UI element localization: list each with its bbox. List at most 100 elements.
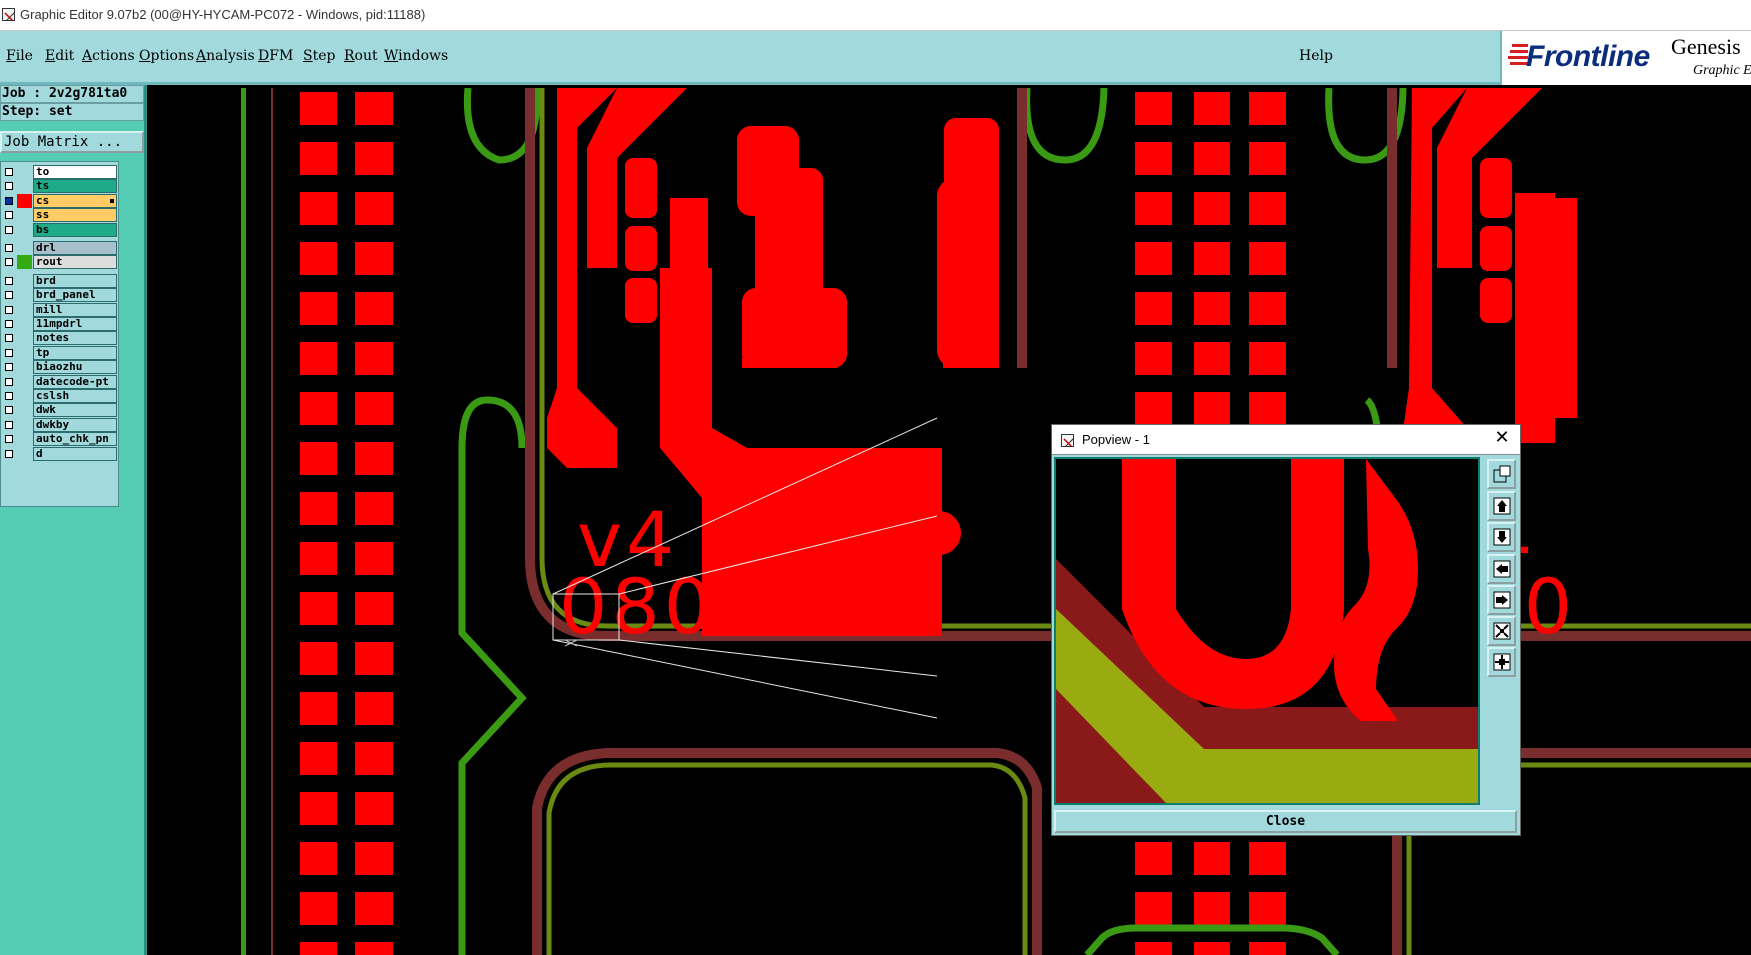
menu-options[interactable]: Options — [139, 48, 194, 64]
smd-pad — [300, 892, 337, 925]
popview-close-button[interactable]: Close — [1054, 810, 1517, 833]
layer-row-drl[interactable]: drl — [1, 241, 117, 255]
menu-step[interactable]: Step — [303, 48, 335, 64]
layer-checkbox[interactable] — [5, 196, 13, 205]
zoom-fit-button[interactable] — [1487, 616, 1516, 646]
layer-row-brd_panel[interactable]: brd_panel — [1, 288, 117, 303]
layer-row-d[interactable]: d — [1, 446, 117, 461]
layer-row-notes[interactable]: notes — [1, 331, 117, 346]
layer-checkbox[interactable] — [5, 225, 13, 234]
layer-checkbox[interactable] — [5, 305, 13, 314]
layer-checkbox[interactable] — [5, 244, 13, 252]
layer-row-rout[interactable]: rout — [1, 255, 117, 270]
menu-actions[interactable]: Actions — [82, 48, 135, 64]
layer-name[interactable]: mill — [33, 302, 117, 317]
layer-checkbox[interactable] — [5, 348, 13, 357]
layer-row-auto_chk_pn[interactable]: auto_chk_pn — [1, 432, 117, 447]
menu-windows[interactable]: Windows — [384, 48, 448, 64]
menu-rout[interactable]: Rout — [344, 48, 378, 64]
popview-zoom-canvas[interactable] — [1056, 459, 1478, 803]
logo-product: Genesis — [1671, 34, 1741, 59]
layer-checkbox[interactable] — [5, 182, 13, 191]
pan-down-button[interactable] — [1487, 522, 1516, 552]
smd-pad — [355, 742, 393, 775]
layer-checkbox[interactable] — [5, 406, 13, 415]
zoom-home-button[interactable] — [1487, 647, 1516, 677]
layer-checkbox[interactable] — [5, 435, 13, 444]
layer-row-bs[interactable]: bs — [1, 222, 117, 237]
pan-right-button[interactable] — [1487, 585, 1516, 615]
layer-name[interactable]: dwkby — [33, 417, 117, 432]
smd-pad — [355, 842, 393, 875]
popview-titlebar[interactable]: Popview - 1 ✕ — [1052, 425, 1520, 455]
layer-name[interactable]: cslsh — [33, 389, 117, 403]
layer-name[interactable]: drl — [33, 241, 117, 255]
layer-name[interactable]: notes — [33, 331, 117, 346]
layer-checkbox[interactable] — [5, 377, 13, 386]
smd-pad — [1135, 942, 1172, 955]
layer-name[interactable]: auto_chk_pn — [33, 432, 117, 447]
layer-row-biaozhu[interactable]: biaozhu — [1, 360, 117, 375]
smd-pad — [1249, 292, 1286, 325]
job-matrix-button[interactable]: Job Matrix ... — [0, 131, 144, 153]
popview-window[interactable]: Popview - 1 ✕ Close — [1051, 424, 1521, 836]
smd-pad — [1194, 942, 1230, 955]
layer-name[interactable]: to — [33, 165, 117, 179]
smd-pad — [1194, 242, 1230, 275]
layer-checkbox[interactable] — [5, 392, 13, 400]
layer-row-datecode-pt[interactable]: datecode-pt — [1, 374, 117, 389]
layer-row-to[interactable]: to — [1, 165, 117, 179]
layer-row-dwk[interactable]: dwk — [1, 403, 117, 418]
layer-checkbox[interactable] — [5, 258, 13, 267]
layer-name[interactable]: cs — [33, 193, 117, 208]
layer-checkbox[interactable] — [5, 168, 13, 176]
layer-name[interactable]: biaozhu — [33, 360, 117, 375]
layer-checkbox[interactable] — [5, 334, 13, 343]
layer-row-tp[interactable]: tp — [1, 345, 117, 360]
layer-checkbox[interactable] — [5, 291, 13, 300]
zoom-window-button[interactable] — [1487, 459, 1516, 489]
menu-analysis[interactable]: Analysis — [196, 48, 255, 64]
smd-pad — [355, 192, 393, 225]
layer-name[interactable]: rout — [33, 255, 117, 270]
layer-name[interactable]: dwk — [33, 403, 117, 418]
pan-right-icon — [1493, 591, 1511, 609]
layer-name[interactable]: bs — [33, 222, 117, 237]
layer-checkbox[interactable] — [5, 420, 13, 429]
layer-name[interactable]: datecode-pt — [33, 374, 117, 389]
layer-row-ss[interactable]: ss — [1, 208, 117, 223]
smd-pad — [1135, 392, 1172, 425]
smd-pad — [355, 292, 393, 325]
layer-row-dwkby[interactable]: dwkby — [1, 417, 117, 432]
layer-name[interactable]: tp — [33, 345, 117, 360]
layer-row-11mpdrl[interactable]: 11mpdrl — [1, 317, 117, 331]
pan-left-button[interactable] — [1487, 554, 1516, 584]
menu-dfm[interactable]: DFM — [258, 48, 293, 64]
pan-up-button[interactable] — [1487, 491, 1516, 521]
layer-name[interactable]: brd — [33, 273, 117, 288]
layer-name[interactable]: ts — [33, 179, 117, 194]
layer-checkbox[interactable] — [5, 211, 13, 220]
layer-row-mill[interactable]: mill — [1, 302, 117, 317]
menu-edit[interactable]: Edit — [45, 48, 74, 64]
layer-checkbox[interactable] — [5, 449, 13, 458]
smd-pad — [355, 92, 393, 125]
layer-checkbox[interactable] — [5, 276, 13, 285]
popview-close-icon[interactable]: ✕ — [1492, 428, 1512, 448]
layer-row-cslsh[interactable]: cslsh — [1, 389, 117, 403]
smd-pad — [300, 192, 337, 225]
layer-row-ts[interactable]: ts — [1, 179, 117, 194]
layer-name[interactable]: brd_panel — [33, 288, 117, 303]
smd-pad — [1249, 842, 1286, 875]
layer-checkbox[interactable] — [5, 363, 13, 372]
smd-pad — [355, 392, 393, 425]
menu-help[interactable]: Help — [1299, 48, 1333, 64]
layer-name[interactable]: d — [33, 446, 117, 461]
layer-name[interactable]: ss — [33, 208, 117, 223]
layer-row-brd[interactable]: brd — [1, 273, 117, 288]
popview-zoom-view[interactable] — [1054, 457, 1480, 805]
menu-file[interactable]: File — [6, 48, 33, 64]
layer-checkbox[interactable] — [5, 320, 13, 328]
layer-name[interactable]: 11mpdrl — [33, 317, 117, 331]
layer-row-cs[interactable]: cs — [1, 193, 117, 208]
